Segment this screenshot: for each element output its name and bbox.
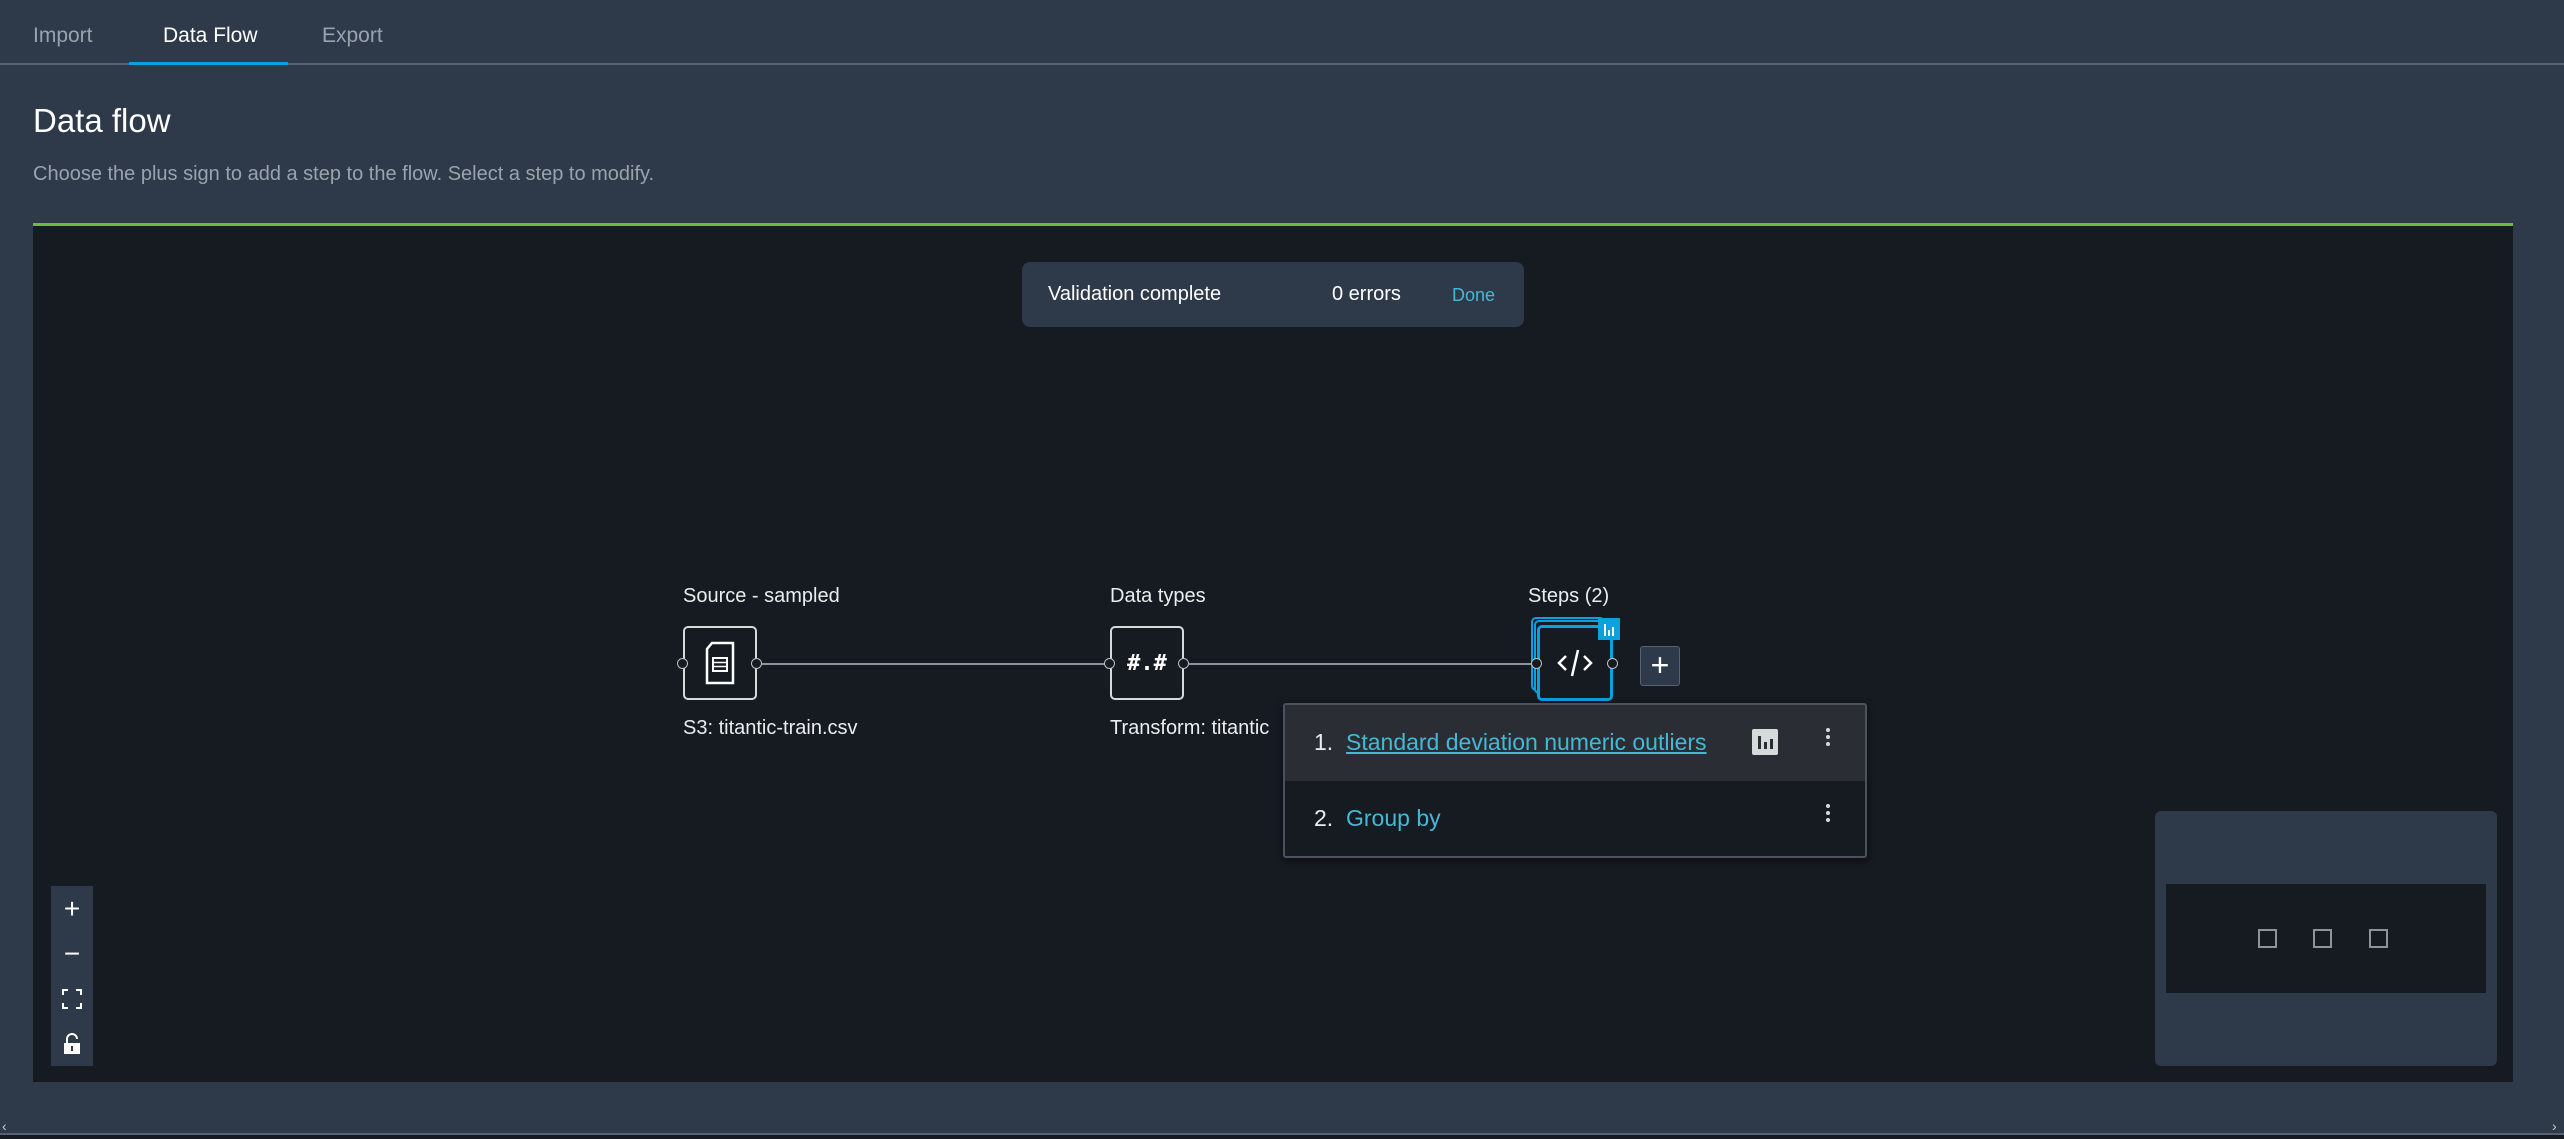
node-caption-data-types: Transform: titantic xyxy=(1110,717,1270,739)
minimap-node xyxy=(2313,929,2332,948)
node-caption-source: S3: titantic-train.csv xyxy=(683,717,858,739)
lock-icon xyxy=(64,1032,80,1054)
document-table-icon xyxy=(705,641,735,685)
node-title-data-types: Data types xyxy=(1110,585,1206,607)
minimap-viewport[interactable] xyxy=(2166,884,2486,993)
step-list-item[interactable]: 1. Standard deviation numeric outliers xyxy=(1285,705,1865,781)
step-link[interactable]: Group by xyxy=(1346,805,1441,832)
tab-data-flow[interactable]: Data Flow xyxy=(163,24,258,48)
input-port[interactable] xyxy=(1104,658,1115,669)
lock-button[interactable] xyxy=(51,1021,93,1066)
minimap-node xyxy=(2258,929,2277,948)
zoom-controls: + − xyxy=(51,886,93,1066)
validation-toast: Validation complete 0 errors Done xyxy=(1022,262,1524,327)
plus-icon: + xyxy=(63,892,81,924)
hash-dot-hash-icon: #.# xyxy=(1127,650,1167,676)
source-node[interactable] xyxy=(683,626,757,700)
more-options-icon[interactable] xyxy=(1820,801,1836,831)
chart-badge-icon xyxy=(1598,618,1620,640)
output-port[interactable] xyxy=(1607,658,1618,669)
node-title-steps: Steps (2) xyxy=(1528,585,1610,607)
data-types-node[interactable]: #.# xyxy=(1110,626,1184,700)
edge-connector xyxy=(1189,663,1531,665)
tab-export[interactable]: Export xyxy=(322,24,383,48)
scroll-right-icon[interactable]: › xyxy=(2552,1118,2557,1134)
step-number: 1. xyxy=(1314,729,1334,755)
minimap[interactable] xyxy=(2155,811,2497,1066)
done-button[interactable]: Done xyxy=(1452,285,1495,306)
add-step-button[interactable]: + xyxy=(1640,646,1680,686)
active-tab-indicator xyxy=(129,62,288,65)
output-port[interactable] xyxy=(1178,658,1189,669)
toast-message: Validation complete xyxy=(1048,283,1222,305)
code-icon xyxy=(1557,649,1593,677)
horizontal-scrollbar[interactable] xyxy=(0,1133,2564,1139)
edge-connector xyxy=(762,663,1104,665)
steps-popup: 1. Standard deviation numeric outliers 2… xyxy=(1283,703,1867,858)
step-link[interactable]: Standard deviation numeric outliers xyxy=(1346,729,1707,756)
output-port[interactable] xyxy=(751,658,762,669)
step-list-item[interactable]: 2. Group by xyxy=(1285,781,1865,857)
input-port[interactable] xyxy=(677,658,688,669)
scroll-left-icon[interactable]: ‹ xyxy=(2,1118,7,1134)
toast-errors: 0 errors xyxy=(1332,283,1401,305)
minus-icon: − xyxy=(63,937,81,969)
tab-bar: Import Data Flow Export xyxy=(0,0,2564,65)
page-subtitle: Choose the plus sign to add a step to th… xyxy=(33,163,655,185)
node-title-source: Source - sampled xyxy=(683,585,840,607)
chart-icon[interactable] xyxy=(1752,729,1778,755)
step-number: 2. xyxy=(1314,805,1334,831)
minimap-node xyxy=(2369,929,2388,948)
page-title: Data flow xyxy=(33,102,171,139)
zoom-out-button[interactable]: − xyxy=(51,931,93,976)
fit-view-icon xyxy=(62,988,82,1009)
zoom-in-button[interactable]: + xyxy=(51,886,93,931)
input-port[interactable] xyxy=(1531,658,1542,669)
fit-view-button[interactable] xyxy=(51,976,93,1021)
flow-canvas[interactable] xyxy=(33,223,2513,1082)
more-options-icon[interactable] xyxy=(1820,725,1836,755)
tab-import[interactable]: Import xyxy=(33,24,93,48)
